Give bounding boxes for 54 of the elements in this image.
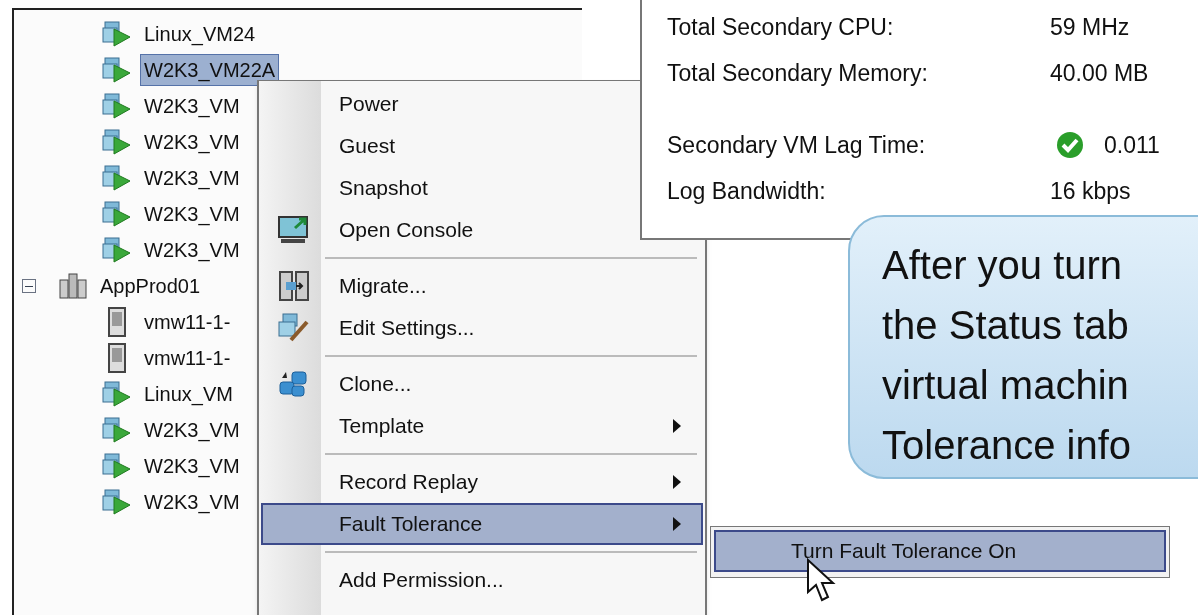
tree-item[interactable]: W2K3_VM	[140, 414, 244, 446]
server-icon	[107, 343, 127, 373]
field-label: Total Secondary CPU:	[667, 12, 895, 42]
callout-text: the Status tab	[882, 302, 1130, 349]
cluster-icon	[58, 272, 88, 300]
menu-item[interactable]: Edit Settings...	[261, 307, 703, 349]
vm-icon	[102, 236, 132, 264]
monitor-icon	[277, 214, 311, 246]
menu-item[interactable]: Fault Tolerance	[261, 503, 703, 545]
vm-icon	[102, 164, 132, 192]
vm-icon	[102, 452, 132, 480]
field-value: 40.00 MB	[1050, 58, 1149, 88]
tree-item[interactable]: Linux_VM	[140, 378, 237, 410]
menu-item[interactable]: Turn Fault Tolerance On	[714, 530, 1166, 572]
collapse-toggle[interactable]	[22, 279, 36, 293]
field-value: 16 kbps	[1050, 176, 1131, 206]
tree-item[interactable]: Linux_VM24	[140, 18, 260, 50]
tree-item[interactable]: W2K3_VM	[140, 90, 244, 122]
menu-item[interactable]: Template	[261, 405, 703, 447]
vm-icon	[102, 128, 132, 156]
tree-item[interactable]: W2K3_VM	[140, 450, 244, 482]
field-value: 0.011	[1104, 130, 1160, 160]
tree-item[interactable]: vmw11-1-	[140, 342, 235, 374]
tree-item[interactable]: AppProd01	[96, 270, 205, 302]
callout-text: After you turn	[882, 242, 1124, 289]
mouse-pointer-icon	[806, 558, 836, 604]
tree-item[interactable]: W2K3_VM	[140, 486, 244, 518]
callout-text: virtual machin	[882, 362, 1130, 409]
edit-icon	[277, 312, 311, 344]
vm-icon	[102, 20, 132, 48]
tree-item[interactable]: W2K3_VM	[140, 234, 244, 266]
vm-icon	[102, 488, 132, 516]
menu-item[interactable]: Clone...	[261, 363, 703, 405]
menu-item[interactable]: Add Permission...	[261, 559, 703, 601]
vm-icon	[102, 92, 132, 120]
tree-item[interactable]: W2K3_VM	[140, 198, 244, 230]
migrate-icon	[278, 270, 310, 302]
server-icon	[107, 307, 127, 337]
vm-icon	[102, 416, 132, 444]
field-label: Log Bandwidth:	[667, 176, 827, 206]
vm-icon	[102, 380, 132, 408]
menu-item[interactable]: Record Replay	[261, 461, 703, 503]
clone-icon	[278, 368, 310, 400]
tree-item[interactable]: W2K3_VM	[140, 162, 244, 194]
menu-item[interactable]: Migrate...	[261, 265, 703, 307]
tree-item[interactable]: vmw11-1-	[140, 306, 235, 338]
field-value: 59 MHz	[1050, 12, 1130, 42]
field-label: Secondary VM Lag Time:	[667, 130, 927, 160]
tree-item[interactable]: W2K3_VM	[140, 126, 244, 158]
tree-item[interactable]: W2K3_VM22A	[140, 54, 280, 86]
vm-icon	[102, 56, 132, 84]
callout-text: Tolerance info	[882, 422, 1133, 469]
field-label: Total Secondary Memory:	[667, 58, 929, 88]
vm-icon	[102, 200, 132, 228]
